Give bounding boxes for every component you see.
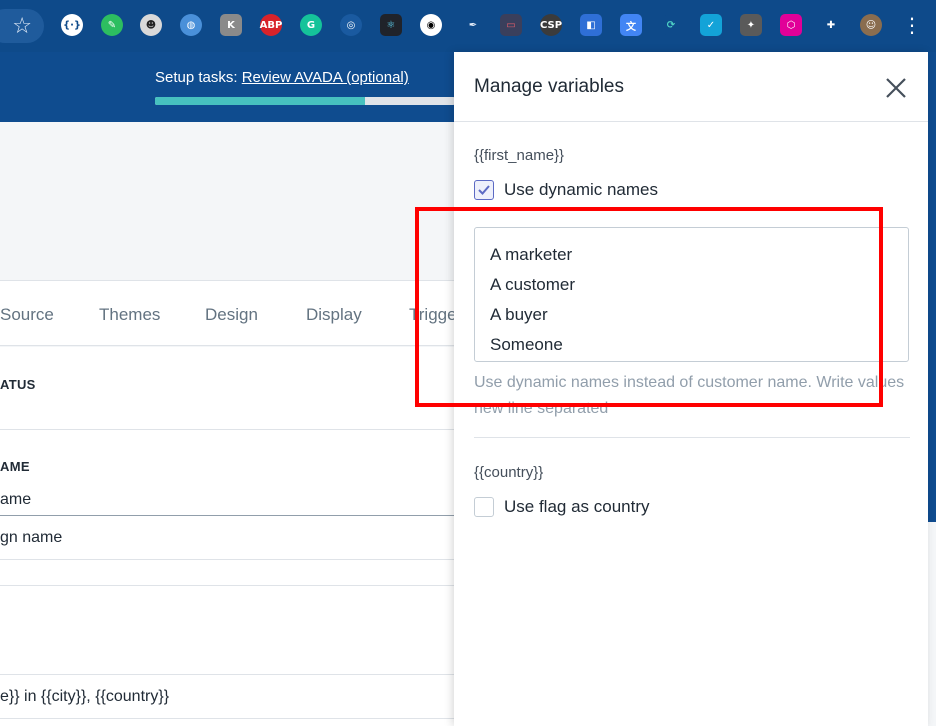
settings-card: ATUS AME ame gn name e}} in {{city}}, {{… — [0, 347, 460, 726]
divider — [0, 559, 460, 560]
close-icon[interactable] — [882, 74, 910, 102]
status-label: ATUS — [0, 377, 36, 392]
divider — [0, 585, 460, 586]
dynamic-name-line: A customer — [490, 275, 576, 294]
sync-icon[interactable]: ⟳ — [660, 14, 682, 36]
dynamic-names-textarea[interactable]: A marketer A customer A buyer Someone — [474, 227, 909, 362]
name-label: AME — [0, 459, 30, 474]
settings-tabs: Source Themes Design Display Trigge — [0, 280, 460, 346]
react-devtools-icon[interactable]: ⚛ — [380, 14, 402, 36]
window-icon[interactable]: ▭ — [500, 14, 522, 36]
tab-triggers[interactable]: Trigge — [409, 305, 457, 325]
translate-icon[interactable]: 文 — [620, 14, 642, 36]
setup-progress-bar — [155, 97, 455, 105]
divider — [0, 674, 460, 675]
profile-avatar-icon[interactable]: ☺ — [860, 14, 882, 36]
manage-variables-panel: Manage variables {{first_name}} Use dyna… — [454, 52, 928, 726]
panel-title: Manage variables — [474, 76, 624, 97]
dynamic-names-help: Use dynamic names instead of customer na… — [474, 374, 905, 417]
evernote-icon[interactable]: ✎ — [101, 14, 123, 36]
checkmark-icon — [478, 185, 490, 195]
dynamic-name-line: A marketer — [490, 245, 573, 264]
tab-design[interactable]: Design — [205, 305, 258, 325]
first-name-variable-label: {{first_name}} — [474, 147, 565, 164]
tab-source[interactable]: Source — [0, 305, 54, 325]
name-input-underline — [0, 515, 460, 516]
page-scrollbar[interactable] — [928, 122, 936, 522]
eyedropper-icon[interactable]: ✒ — [462, 14, 484, 36]
name-value: ame — [0, 491, 32, 508]
setup-progress-fill — [155, 97, 365, 105]
dynamic-names-label: Use dynamic names — [504, 180, 659, 199]
panel-header: Manage variables — [454, 52, 928, 122]
target-icon[interactable]: ◎ — [340, 14, 362, 36]
graphql-icon[interactable]: ⬡ — [780, 14, 802, 36]
tab-themes[interactable]: Themes — [99, 305, 160, 325]
grammarly-icon[interactable]: G — [300, 14, 322, 36]
setup-tasks-link[interactable]: Review AVADA (optional) — [242, 69, 409, 86]
eye-icon[interactable]: ◉ — [420, 14, 442, 36]
checkmark-ext-icon[interactable]: ✓ — [700, 14, 722, 36]
setup-tasks: Setup tasks: Review AVADA (optional) — [155, 69, 409, 86]
dynamic-name-line: Someone — [490, 335, 563, 354]
bookmark-star-icon[interactable]: ☆ — [0, 9, 44, 43]
globe-icon[interactable]: ◍ — [180, 14, 202, 36]
browser-toolbar: ☆ {·} ✎ ☻ ◍ K ABP G ◎ ⚛ ◉ ✒ ▭ CSP ◧ 文 ⟳ ✓ ✦ ⬡ ✚ ☺ ⋮ — [0, 0, 936, 52]
tab-display[interactable]: Display — [306, 305, 362, 325]
sidebar-icon[interactable]: ◧ — [580, 14, 602, 36]
flag-country-label: Use flag as country — [504, 497, 650, 516]
json-viewer-icon[interactable]: {·} — [61, 14, 83, 36]
k-icon[interactable]: K — [220, 14, 242, 36]
extensions-puzzle-icon[interactable]: ✚ — [820, 14, 842, 36]
flag-country-row[interactable]: Use flag as country — [474, 496, 650, 518]
country-variable-label: {{country}} — [474, 464, 544, 481]
divider — [0, 429, 460, 430]
campaign-name-input[interactable]: gn name — [0, 529, 62, 547]
message-template[interactable]: e}} in {{city}}, {{country}} — [0, 688, 169, 706]
flag-country-checkbox[interactable] — [474, 497, 494, 517]
dynamic-name-line: A buyer — [490, 305, 548, 324]
adblock-icon[interactable]: ABP — [260, 14, 282, 36]
dynamic-names-row[interactable]: Use dynamic names — [474, 179, 658, 201]
browser-menu-icon[interactable]: ⋮ — [902, 12, 922, 40]
setup-tasks-prefix: Setup tasks: — [155, 69, 242, 86]
ninja-icon[interactable]: ☻ — [140, 14, 162, 36]
divider — [0, 718, 460, 719]
divider — [474, 437, 910, 438]
dynamic-names-checkbox[interactable] — [474, 180, 494, 200]
lightbulb-icon[interactable]: ✦ — [740, 14, 762, 36]
csp-icon[interactable]: CSP — [540, 14, 562, 36]
